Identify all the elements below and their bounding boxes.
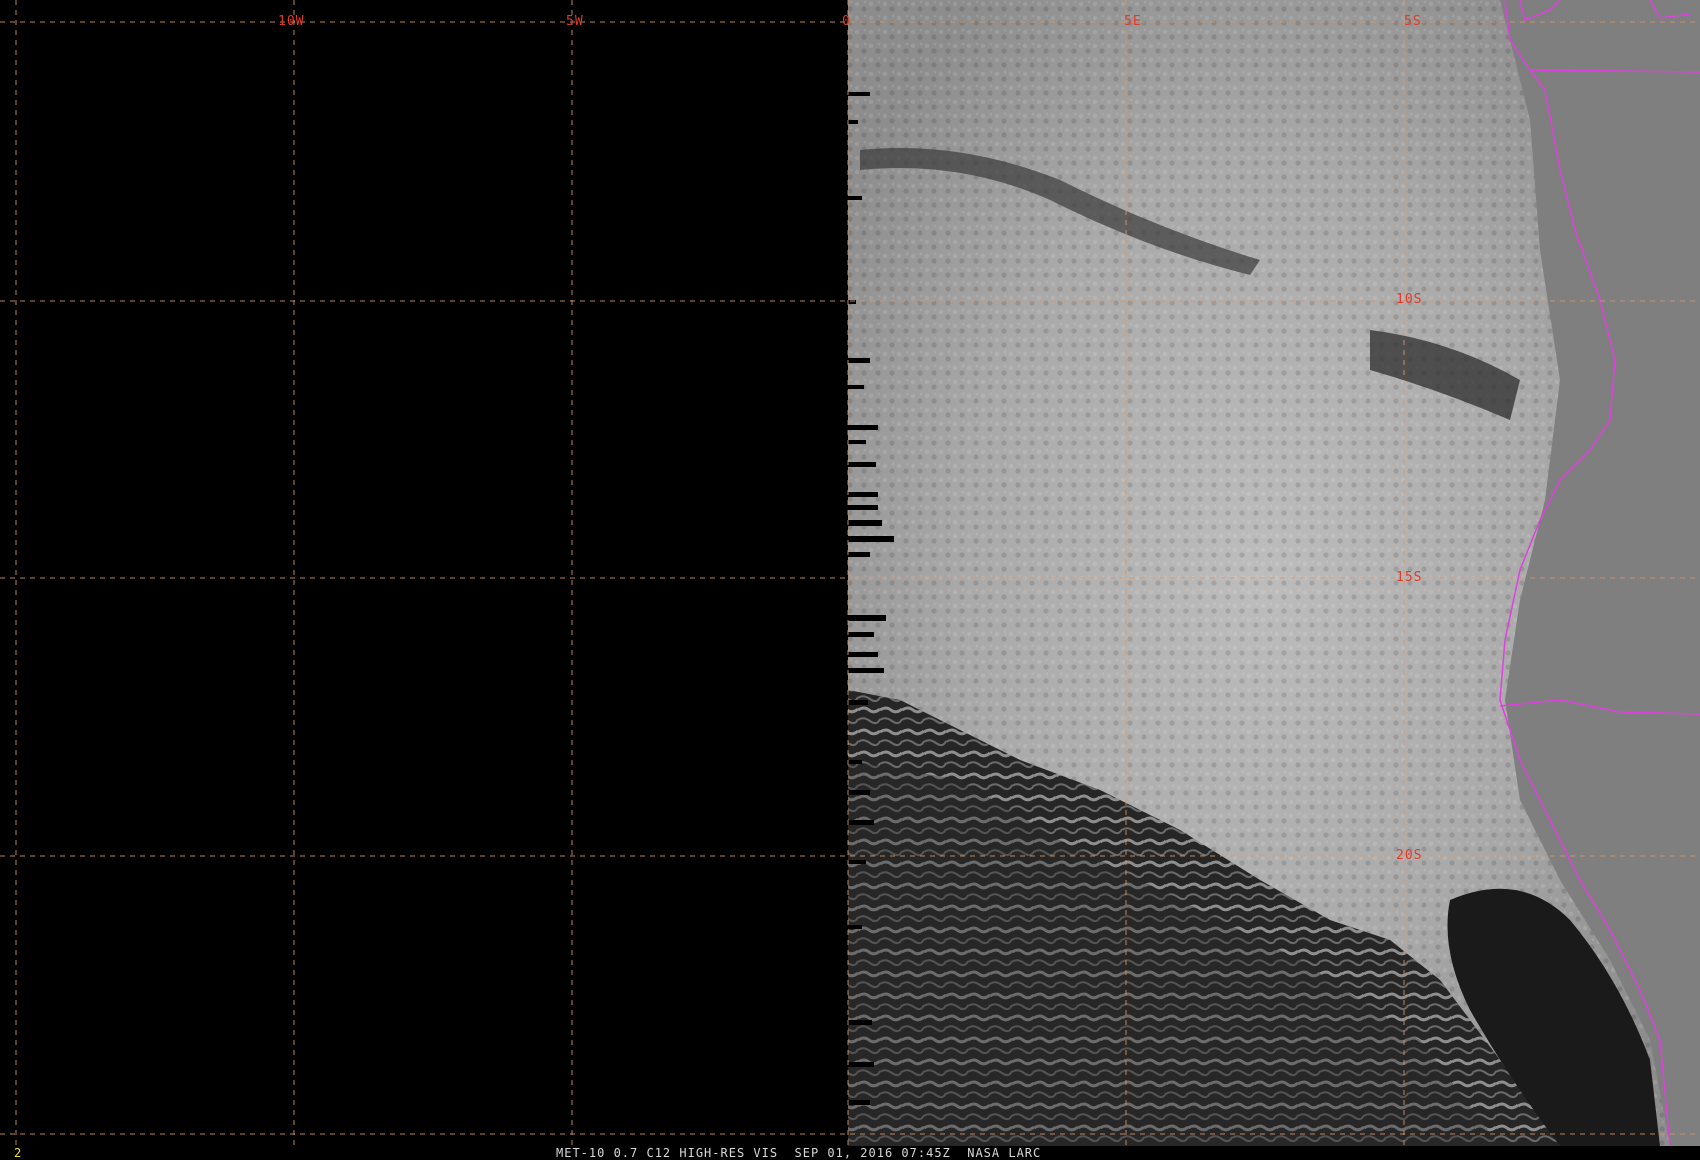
frame-number: 2 xyxy=(14,1146,22,1160)
latitude-label-10s: 10S xyxy=(1396,292,1423,307)
longitude-label-10w: 10W xyxy=(278,14,305,29)
longitude-label-5e: 5E xyxy=(1124,14,1142,29)
satellite-image xyxy=(0,0,1700,1146)
latitude-label-15s: 15S xyxy=(1396,570,1423,585)
image-title: MET-10 0.7 C12 HIGH-RES VIS SEP 01, 2016… xyxy=(556,1146,1042,1160)
latitude-label-5s: 5S xyxy=(1404,14,1422,29)
longitude-label-0: 0 xyxy=(842,14,851,29)
satellite-viewer: 10W 5W 0 5E 5S 10S 15S 20S 2 MET-10 0.7 … xyxy=(0,0,1700,1160)
status-bar: 2 MET-10 0.7 C12 HIGH-RES VIS SEP 01, 20… xyxy=(0,1146,1700,1160)
longitude-label-5w: 5W xyxy=(566,14,584,29)
latitude-label-20s: 20S xyxy=(1396,848,1423,863)
